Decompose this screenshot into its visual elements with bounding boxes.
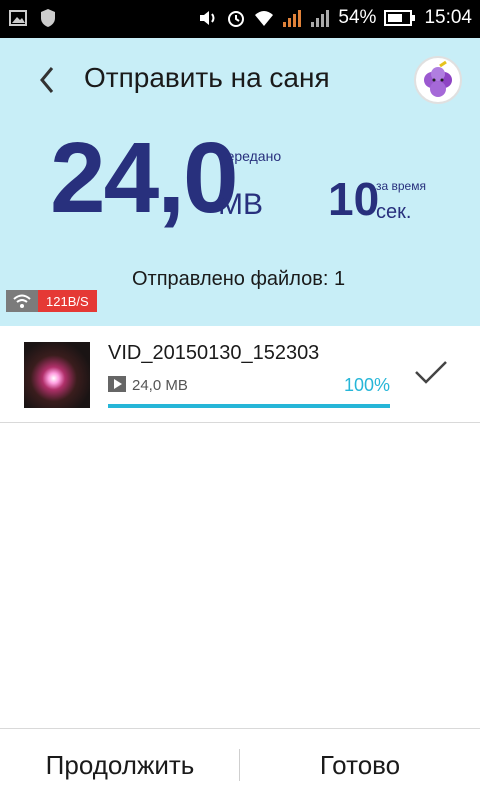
avatar[interactable]: [414, 56, 462, 104]
file-size: 24,0 MB: [132, 377, 188, 394]
file-name: VID_20150130_152303: [108, 342, 320, 364]
volume-icon: [200, 11, 215, 25]
video-thumbnail: [24, 342, 90, 408]
video-icon: [108, 376, 126, 392]
signal-icon: [283, 10, 302, 27]
done-button[interactable]: Готово: [240, 729, 480, 801]
elapsed-caption: за время: [376, 179, 426, 193]
image-icon: [9, 10, 27, 26]
back-arrow-icon[interactable]: [34, 64, 60, 96]
signal-icon: [311, 10, 330, 27]
progress-fill: [108, 404, 390, 408]
elapsed-time: 10: [328, 173, 380, 225]
transferred-unit: MB: [218, 188, 263, 221]
action-bar: Продолжить Готово: [0, 728, 480, 801]
list-item[interactable]: VID_20150130_152303 24,0 MB 100%: [0, 326, 480, 423]
elapsed-unit: сек.: [376, 201, 412, 223]
alarm-icon: [228, 11, 245, 27]
speed-value: 121B/S: [38, 290, 97, 312]
page-title: Отправить на саня: [84, 62, 330, 93]
transferred-caption: передано: [219, 148, 282, 164]
wifi-icon: [6, 290, 38, 312]
wifi-icon: [255, 11, 274, 26]
files-sent-count: Отправлено файлов: 1: [132, 268, 346, 290]
continue-button[interactable]: Продолжить: [0, 729, 240, 801]
status-bar: 54% 15:04: [0, 0, 480, 38]
speed-badge: 121B/S: [6, 290, 97, 312]
battery-percent: 54%: [338, 7, 377, 28]
clock: 15:04: [424, 7, 472, 28]
progress-bar: [108, 404, 390, 408]
transferred-amount: 24,0: [50, 122, 239, 234]
progress-percent: 100%: [343, 375, 390, 395]
transfer-summary: Отправить на саня 24,0 передано MB 10 за…: [0, 38, 480, 326]
grape-icon: [424, 60, 452, 97]
check-icon: [415, 361, 447, 384]
battery-icon: [384, 10, 416, 26]
shield-icon: [41, 9, 55, 27]
